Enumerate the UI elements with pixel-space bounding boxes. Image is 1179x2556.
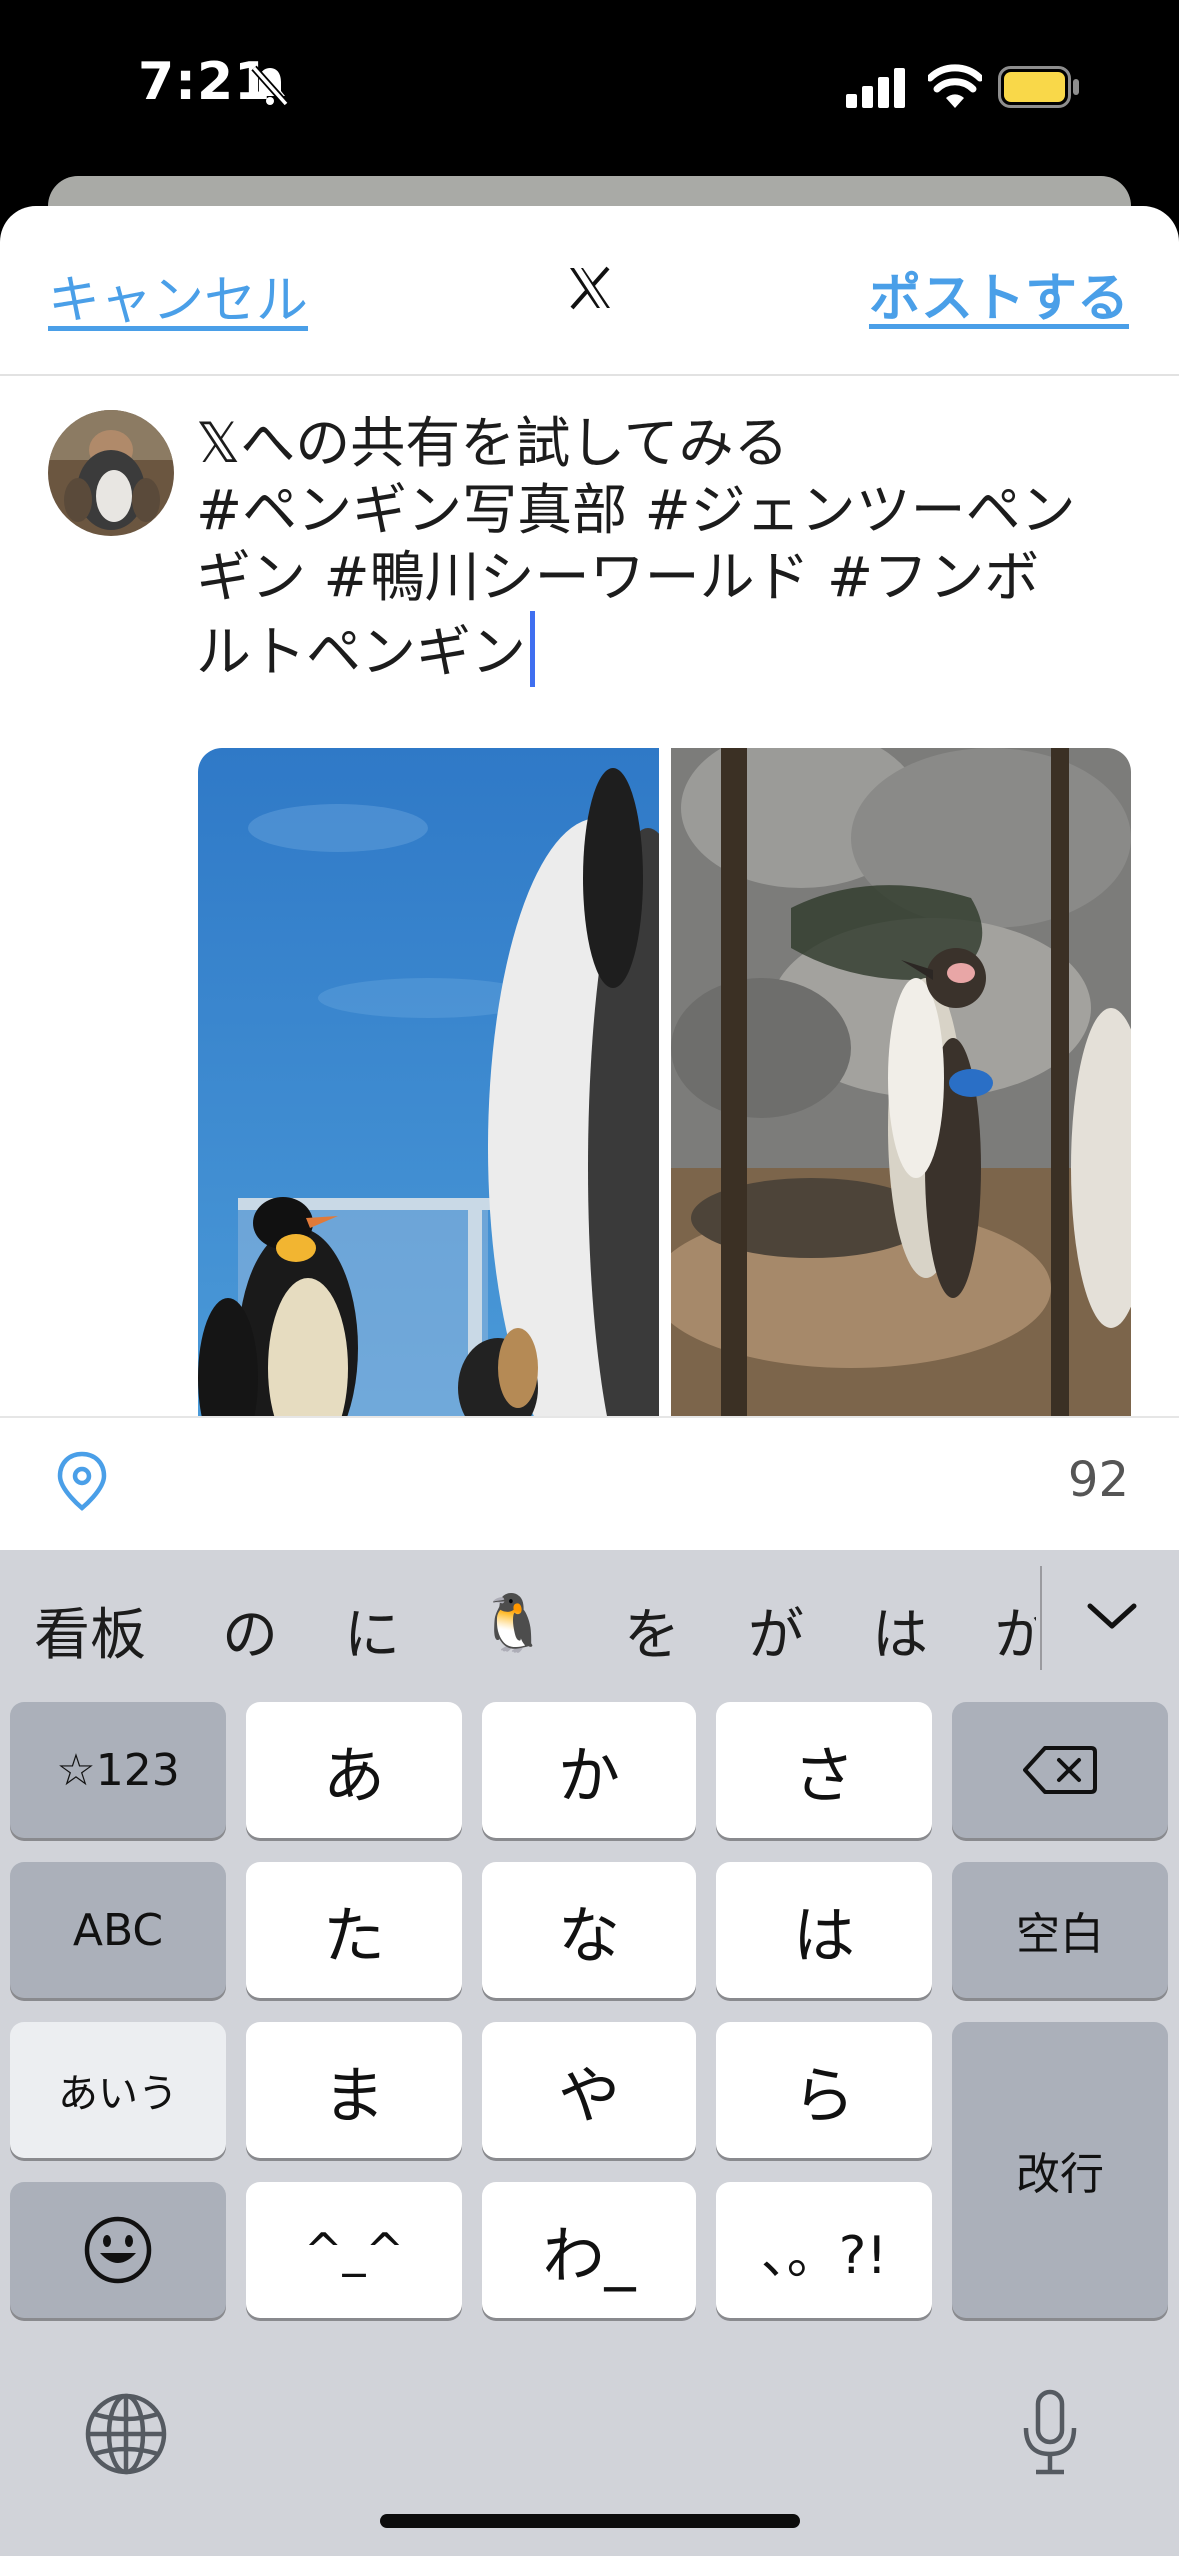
candidate-word[interactable]: は: [872, 1590, 928, 1671]
candidate-word[interactable]: を: [624, 1590, 680, 1671]
tweet-line: #ペンギン写真部 #ジェンツーペン: [196, 478, 1076, 542]
backspace-key[interactable]: [952, 1702, 1168, 1838]
tweet-line: 𝕏への共有を試してみる: [196, 411, 789, 475]
avatar[interactable]: [48, 410, 174, 536]
tweet-text-field[interactable]: 𝕏への共有を試してみる #ペンギン写真部 #ジェンツーペン ギン #鴨川シーワー…: [196, 410, 1136, 687]
tweet-line: ギン #鴨川シーワールド #フンボ: [196, 545, 1040, 609]
candidate-word[interactable]: の: [222, 1590, 278, 1671]
emoji-key[interactable]: [10, 2182, 226, 2318]
candidate-word[interactable]: 看板: [34, 1590, 146, 1671]
tweet-line: ルトペンギン: [196, 620, 527, 684]
kana-mode-key[interactable]: あいう: [10, 2022, 226, 2158]
symbols-key[interactable]: ☆123: [10, 1702, 226, 1838]
key-wa[interactable]: わ_: [482, 2182, 696, 2318]
candidate-emoji[interactable]: 🐧: [478, 1590, 548, 1656]
wifi-icon: [928, 64, 982, 108]
smiley-icon: [84, 2216, 152, 2284]
compose-toolbar: [0, 1416, 1179, 1550]
key-ra[interactable]: ら: [716, 2022, 932, 2158]
character-counter: 92: [1067, 1452, 1129, 1508]
key-ma[interactable]: ま: [246, 2022, 462, 2158]
candidate-word[interactable]: に: [344, 1590, 400, 1671]
key-ta[interactable]: た: [246, 1862, 462, 1998]
key-ka[interactable]: か: [482, 1702, 696, 1838]
punctuation-key[interactable]: 、。?!: [716, 2182, 932, 2318]
cellular-signal-icon: [846, 68, 905, 108]
post-button[interactable]: ポストする: [869, 256, 1129, 331]
battery-icon: [998, 66, 1079, 108]
microphone-icon[interactable]: [1020, 2388, 1080, 2478]
kaomoji-key[interactable]: ^_^: [246, 2182, 462, 2318]
abc-key[interactable]: ABC: [10, 1862, 226, 1998]
attached-image-king-penguins[interactable]: [198, 748, 659, 1418]
key-sa[interactable]: さ: [716, 1702, 932, 1838]
x-logo-icon: [570, 266, 610, 310]
location-pin-icon[interactable]: [54, 1450, 110, 1512]
globe-icon[interactable]: [84, 2392, 168, 2476]
backspace-icon: [1023, 1746, 1097, 1794]
key-ya[interactable]: や: [482, 2022, 696, 2158]
cancel-button[interactable]: キャンセル: [48, 258, 308, 333]
chevron-down-icon[interactable]: [1082, 1596, 1142, 1636]
candidate-divider: [1040, 1566, 1042, 1670]
attached-image-humboldt-penguins[interactable]: [671, 748, 1131, 1418]
candidate-word[interactable]: が: [748, 1590, 804, 1671]
space-key[interactable]: 空白: [952, 1862, 1168, 1998]
header-divider: [0, 374, 1179, 376]
text-cursor: [530, 611, 536, 687]
home-indicator[interactable]: [380, 2514, 800, 2528]
key-na[interactable]: な: [482, 1862, 696, 1998]
silent-bell-icon: [251, 65, 289, 107]
return-key[interactable]: 改行: [952, 2022, 1168, 2318]
key-a[interactable]: あ: [246, 1702, 462, 1838]
key-ha[interactable]: は: [716, 1862, 932, 1998]
candidate-word[interactable]: か: [994, 1590, 1036, 1671]
